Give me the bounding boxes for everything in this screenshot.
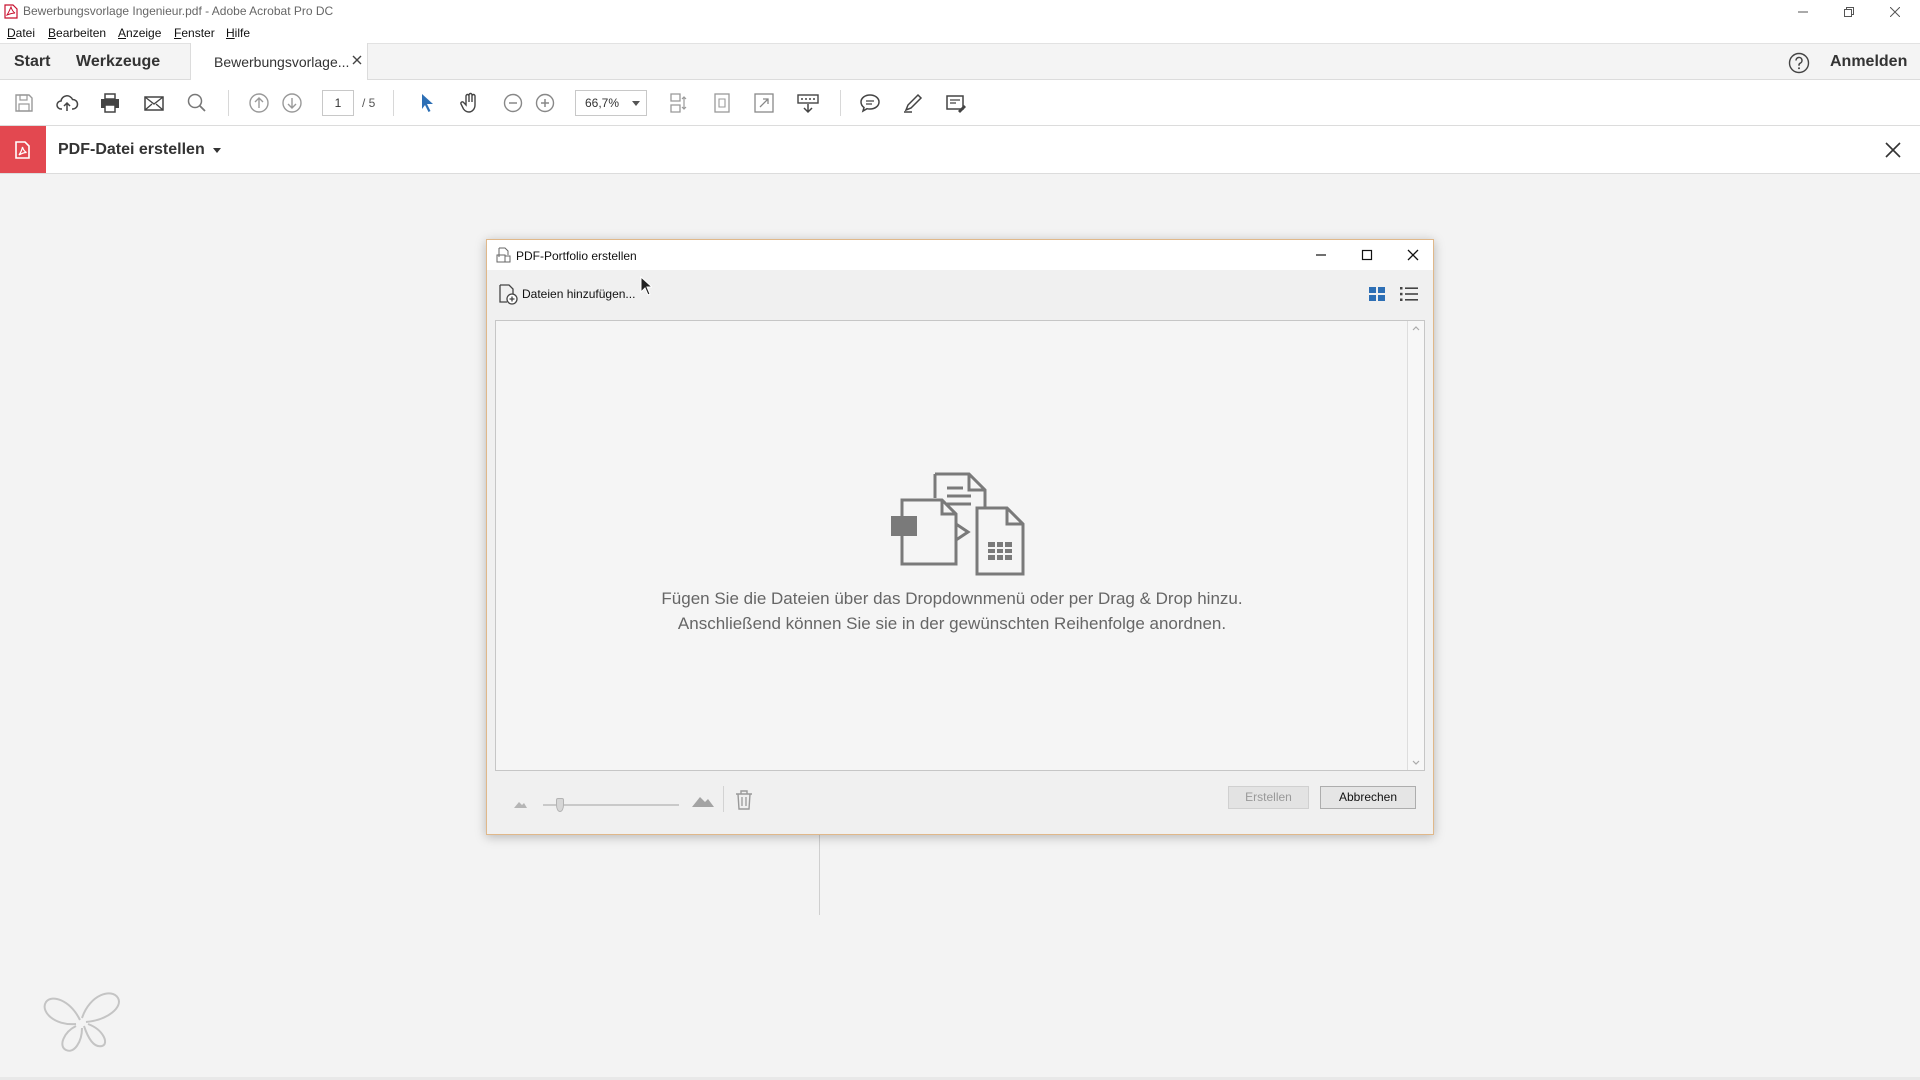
- close-tool-icon[interactable]: [1882, 139, 1904, 161]
- add-files-label: Dateien hinzufügen...: [522, 287, 636, 301]
- toolbar-separator: [393, 90, 394, 116]
- slider-thumb[interactable]: [556, 798, 564, 812]
- scroll-mode-icon[interactable]: [666, 91, 690, 115]
- acrobat-app-icon: [4, 4, 18, 19]
- dialog-minimize-button[interactable]: [1311, 245, 1331, 265]
- toolbar-separator: [228, 90, 229, 116]
- portfolio-icon: [496, 247, 511, 263]
- dialog-maximize-button[interactable]: [1357, 245, 1377, 265]
- caret-down-icon[interactable]: [213, 148, 221, 153]
- file-drop-area[interactable]: Fügen Sie die Dateien über das Dropdownm…: [495, 320, 1425, 771]
- drop-hint-line2: Anschließend können Sie sie in der gewün…: [677, 614, 1227, 633]
- help-icon[interactable]: [1788, 52, 1810, 74]
- save-icon[interactable]: [12, 91, 36, 115]
- thumbnail-size-slider[interactable]: [543, 797, 679, 813]
- create-portfolio-dialog: PDF-Portfolio erstellen Dateien hinzufüg…: [486, 239, 1434, 835]
- select-pointer-icon[interactable]: [415, 91, 439, 115]
- close-icon: [1407, 249, 1419, 261]
- create-pdf-icon: [15, 140, 30, 159]
- zoom-level-select[interactable]: 66,7%: [575, 90, 647, 116]
- mouse-cursor-icon: [640, 276, 652, 296]
- pen-draw-icon[interactable]: [901, 91, 925, 115]
- fit-page-icon[interactable]: [710, 91, 734, 115]
- search-icon[interactable]: [185, 91, 209, 115]
- tab-document[interactable]: Bewerbungsvorlage...: [190, 43, 368, 81]
- dialog-title: PDF-Portfolio erstellen: [516, 249, 637, 263]
- print-icon[interactable]: [98, 91, 122, 115]
- sign-document-icon[interactable]: [944, 91, 968, 115]
- footer-separator: [723, 786, 724, 812]
- scroll-down-icon[interactable]: [1412, 760, 1420, 766]
- close-window-button[interactable]: [1872, 0, 1918, 23]
- cloud-upload-icon[interactable]: [55, 91, 79, 115]
- tab-bar: Start Werkzeuge Bewerbungsvorlage... Anm…: [0, 43, 1920, 81]
- small-thumbnail-icon[interactable]: [512, 796, 528, 810]
- butterfly-logo-icon: [43, 992, 120, 1052]
- list-view-icon[interactable]: [1399, 284, 1419, 304]
- page-total: / 5: [362, 96, 376, 110]
- zoom-out-icon[interactable]: [501, 91, 525, 115]
- dialog-title-bar[interactable]: PDF-Portfolio erstellen: [487, 240, 1433, 270]
- email-icon[interactable]: [142, 91, 166, 115]
- grid-view-icon[interactable]: [1367, 284, 1387, 304]
- add-files-button[interactable]: Dateien hinzufügen...: [497, 282, 635, 306]
- tool-title-dropdown[interactable]: PDF-Datei erstellen: [58, 141, 205, 159]
- title-bar: Bewerbungsvorlage Ingenieur.pdf - Adobe …: [0, 0, 1920, 23]
- menu-item-bearbeiten[interactable]: Bearbeiten: [48, 26, 106, 40]
- document-divider: [819, 835, 820, 915]
- signin-link[interactable]: Anmelden: [1830, 53, 1907, 71]
- create-button[interactable]: Erstellen: [1228, 786, 1309, 809]
- close-tab-icon[interactable]: [351, 54, 363, 66]
- menu-item-anzeige[interactable]: Anzeige: [118, 26, 161, 40]
- minimize-icon: [1798, 11, 1808, 12]
- hand-tool-icon[interactable]: [458, 91, 482, 115]
- maximize-icon: [1361, 249, 1373, 261]
- toolbar-separator: [840, 90, 841, 116]
- cancel-button[interactable]: Abbrechen: [1320, 786, 1416, 809]
- restore-window-button[interactable]: [1826, 0, 1872, 23]
- add-file-icon: [499, 284, 518, 305]
- create-pdf-tool-badge: [0, 126, 46, 173]
- document-tab-label: Bewerbungsvorlage...: [214, 54, 350, 70]
- zoom-level-value: 66,7%: [585, 96, 620, 110]
- scroll-up-icon[interactable]: [1412, 325, 1420, 331]
- minimize-window-button[interactable]: [1780, 0, 1826, 23]
- tab-tools[interactable]: Werkzeuge: [76, 53, 160, 71]
- keyboard-scroll-icon[interactable]: [796, 91, 820, 115]
- menu-bar: Datei Bearbeiten Anzeige Fenster Hilfe: [0, 23, 1920, 43]
- large-thumbnail-icon[interactable]: [691, 789, 715, 809]
- window-title: Bewerbungsvorlage Ingenieur.pdf - Adobe …: [23, 4, 334, 18]
- tab-start[interactable]: Start: [14, 53, 50, 71]
- files-illustration-icon: [891, 472, 1025, 576]
- dialog-close-button[interactable]: [1403, 245, 1423, 265]
- page-number-input[interactable]: 1: [322, 90, 354, 116]
- restore-icon: [1844, 6, 1854, 17]
- main-toolbar: 1 / 5 66,7%: [0, 80, 1920, 126]
- full-screen-icon[interactable]: [752, 91, 776, 115]
- comment-icon[interactable]: [858, 91, 882, 115]
- minimize-icon: [1316, 254, 1326, 256]
- menu-item-datei[interactable]: Datei: [7, 26, 35, 40]
- menu-item-fenster[interactable]: Fenster: [174, 26, 215, 40]
- drop-hint-line1: Fügen Sie die Dateien über das Dropdownm…: [661, 589, 1243, 608]
- close-icon: [1890, 6, 1900, 17]
- vertical-scrollbar[interactable]: [1407, 321, 1424, 770]
- zoom-in-icon[interactable]: [533, 91, 557, 115]
- previous-page-icon[interactable]: [247, 91, 271, 115]
- menu-item-hilfe[interactable]: Hilfe: [226, 26, 250, 40]
- trash-icon[interactable]: [734, 789, 754, 811]
- chevron-down-icon: [632, 101, 640, 106]
- next-page-icon[interactable]: [280, 91, 304, 115]
- create-pdf-tool-header: PDF-Datei erstellen: [0, 126, 1920, 174]
